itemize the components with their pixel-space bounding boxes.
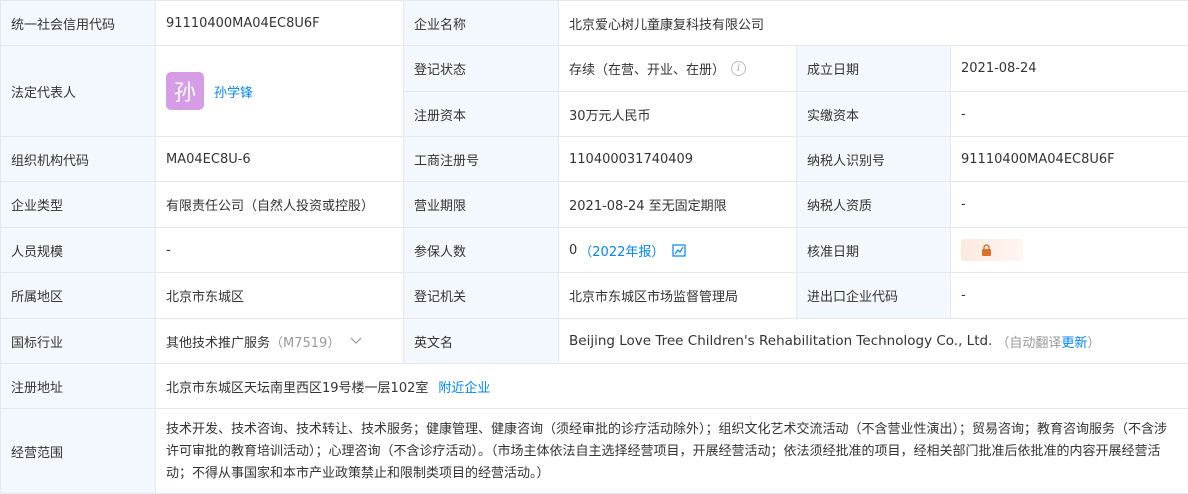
insured-year-link[interactable]: （2022年报）: [579, 241, 664, 260]
avatar[interactable]: 孙: [166, 72, 204, 110]
value-insured-count: 0: [569, 242, 578, 258]
label-reg-address: 注册地址: [1, 364, 156, 409]
nearby-companies-link[interactable]: 附近企业: [438, 377, 490, 396]
label-industry: 国标行业: [1, 319, 156, 364]
legal-rep-name-link[interactable]: 孙学锋: [214, 82, 253, 101]
label-company-type: 企业类型: [1, 182, 156, 228]
label-taxpayer-qual: 纳税人资质: [797, 182, 951, 228]
value-biz-reg-no: 110400031740409: [559, 137, 797, 182]
value-org-code: MA04EC8U-6: [156, 137, 404, 182]
label-org-code: 组织机构代码: [1, 137, 156, 182]
value-region: 北京市东城区: [156, 273, 404, 319]
trend-chart-icon[interactable]: [672, 243, 687, 258]
value-reg-address: 北京市东城区天坛南里西区19号楼一层102室: [166, 380, 429, 396]
auto-translate-note: （自动翻译: [996, 335, 1062, 351]
english-name-cell: Beijing Love Tree Children's Rehabilitat…: [559, 319, 1188, 364]
update-link[interactable]: 更新: [1061, 332, 1087, 351]
label-region: 所属地区: [1, 273, 156, 319]
label-english-name: 英文名: [404, 319, 559, 364]
value-reg-status: 存续（在营、开业、在册）: [569, 63, 726, 78]
label-reg-authority: 登记机关: [404, 273, 559, 319]
label-biz-term: 营业期限: [404, 182, 559, 228]
info-circle-icon[interactable]: i: [731, 61, 747, 76]
company-info-table: 统一社会信用代码 91110400MA04EC8U6F 企业名称 北京爱心树儿童…: [0, 0, 1188, 494]
value-reg-capital: 30万元人民币: [559, 92, 797, 137]
value-industry-name: 其他技术推广服务: [166, 335, 271, 351]
label-approval-date: 核准日期: [797, 228, 951, 273]
label-taxpayer-id: 纳税人识别号: [797, 137, 951, 182]
reg-address-cell: 北京市东城区天坛南里西区19号楼一层102室 附近企业: [156, 364, 1188, 409]
label-reg-status: 登记状态: [404, 46, 559, 92]
value-taxpayer-qual: -: [951, 182, 1188, 228]
label-company-name: 企业名称: [404, 1, 559, 46]
chevron-down-icon[interactable]: [350, 337, 362, 345]
value-import-export-code: -: [951, 273, 1188, 319]
value-english-name: Beijing Love Tree Children's Rehabilitat…: [569, 333, 993, 349]
label-insured: 参保人数: [404, 228, 559, 273]
label-legal-rep: 法定代表人: [1, 46, 156, 137]
industry-cell[interactable]: 其他技术推广服务 （M7519）: [156, 319, 404, 364]
value-taxpayer-id: 91110400MA04EC8U6F: [951, 137, 1188, 182]
value-company-type: 有限责任公司（自然人投资或控股）: [156, 182, 404, 228]
value-reg-authority: 北京市东城区市场监督管理局: [559, 273, 797, 319]
locked-value-badge[interactable]: [961, 239, 1023, 261]
label-staff-size: 人员规模: [1, 228, 156, 273]
label-credit-code: 统一社会信用代码: [1, 1, 156, 46]
value-biz-term: 2021-08-24 至无固定期限: [559, 182, 797, 228]
label-biz-scope: 经营范围: [1, 409, 156, 494]
label-import-export-code: 进出口企业代码: [797, 273, 951, 319]
label-biz-reg-no: 工商注册号: [404, 137, 559, 182]
reg-status-cell: 存续（在营、开业、在册） i: [559, 46, 797, 92]
value-paid-capital: -: [951, 92, 1188, 137]
legal-rep-cell: 孙 孙学锋: [156, 46, 404, 137]
label-founded: 成立日期: [797, 46, 951, 92]
approval-date-cell: [951, 228, 1188, 273]
value-staff-size: -: [156, 228, 404, 273]
close-paren: ）: [1087, 335, 1101, 351]
lock-icon: [982, 244, 991, 256]
value-credit-code: 91110400MA04EC8U6F: [156, 1, 404, 46]
insured-cell: 0 （2022年报）: [559, 228, 797, 273]
label-reg-capital: 注册资本: [404, 92, 559, 137]
value-industry-code: （M7519）: [270, 335, 341, 351]
value-founded: 2021-08-24: [951, 46, 1188, 92]
label-paid-capital: 实缴资本: [797, 92, 951, 137]
value-company-name: 北京爱心树儿童康复科技有限公司: [559, 1, 1188, 46]
value-biz-scope: 技术开发、技术咨询、技术转让、技术服务；健康管理、健康咨询（须经审批的诊疗活动除…: [156, 409, 1188, 494]
